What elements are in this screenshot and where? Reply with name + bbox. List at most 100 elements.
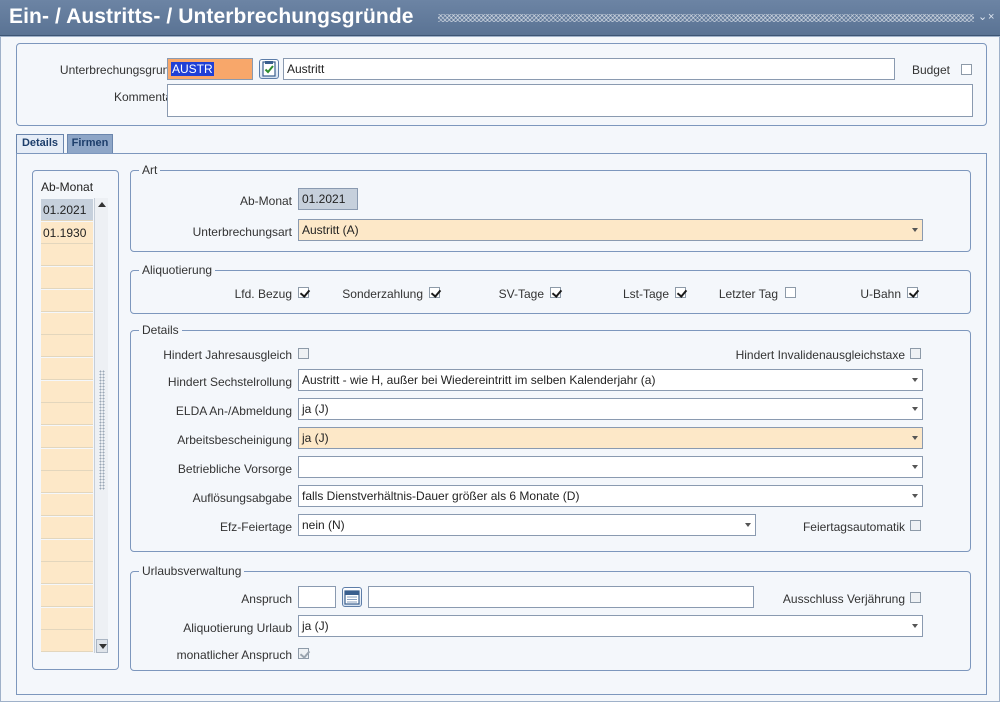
list-item[interactable] <box>41 289 93 312</box>
termination-fee-select-value: falls Dienstverhältnis-Dauer größer als … <box>302 489 580 503</box>
aliquot-sv-label: SV-Tage <box>498 287 544 301</box>
aliquot-sv-checkbox[interactable] <box>550 287 561 298</box>
month-list-header: Ab-Monat <box>41 180 94 194</box>
list-item[interactable] <box>41 562 93 585</box>
hinders-invalid-checkbox[interactable] <box>910 348 921 359</box>
list-item[interactable] <box>41 244 93 267</box>
tab-firmen[interactable]: Firmen <box>67 134 113 153</box>
comment-input[interactable] <box>167 84 973 117</box>
chevron-down-icon <box>912 436 918 440</box>
type-select[interactable]: Austritt (A) <box>298 219 923 241</box>
exclusion-label: Ausschluss Verjährung <box>782 592 905 606</box>
list-item[interactable] <box>41 335 93 358</box>
from-month-field[interactable]: 01.2021 <box>298 188 358 210</box>
aliquot-last-day-label: Letzter Tag <box>718 287 778 301</box>
type-label: Unterbrechungsart <box>192 225 292 239</box>
aliquot-vacation-select-value: ja (J) <box>302 619 329 633</box>
exclusion-checkbox[interactable] <box>910 592 921 603</box>
title-bar-grip <box>438 14 974 22</box>
list-item[interactable] <box>41 267 93 290</box>
from-month-label: Ab-Monat <box>239 194 292 208</box>
holiday-auto-label: Feiertagsautomatik <box>802 520 905 534</box>
claim-label: Anspruch <box>241 592 292 606</box>
scroll-up-icon[interactable] <box>98 202 106 207</box>
tab-details[interactable]: Details <box>16 134 64 153</box>
scroll-down-icon <box>99 644 107 649</box>
aliquot-vacation-select[interactable]: ja (J) <box>298 615 923 637</box>
list-item[interactable] <box>41 380 93 403</box>
close-icon[interactable]: × <box>988 10 994 24</box>
sechstel-select[interactable]: Austritt - wie H, außer bei Wiedereintri… <box>298 369 923 391</box>
list-item[interactable] <box>41 312 93 335</box>
termination-fee-select[interactable]: falls Dienstverhältnis-Dauer größer als … <box>298 485 923 507</box>
month-list-scrollbar[interactable] <box>94 198 108 653</box>
header-panel: Unterbrechungsgrund AUSTR Austritt Budge… <box>16 43 987 126</box>
list-item[interactable] <box>41 607 93 630</box>
aliquot-ubahn-label: U-Bahn <box>860 287 901 301</box>
pension-label: Betriebliche Vorsorge <box>177 462 292 476</box>
minimize-icon[interactable]: ⌄ <box>978 10 987 24</box>
holiday-auto-checkbox[interactable] <box>910 520 921 531</box>
details-legend: Details <box>139 323 182 337</box>
list-item[interactable]: 01.2021 <box>41 199 93 221</box>
list-item[interactable] <box>41 584 93 607</box>
scroll-down-button[interactable] <box>96 639 108 653</box>
list-item[interactable] <box>41 448 93 471</box>
elda-select[interactable]: ja (J) <box>298 398 923 420</box>
window-title: Ein- / Austritts- / Unterbrechungsgründe <box>9 5 414 28</box>
reason-text-input[interactable]: Austritt <box>283 58 895 80</box>
list-item[interactable] <box>41 357 93 380</box>
vacation-legend: Urlaubsverwaltung <box>139 564 245 578</box>
art-group: Art Ab-Monat 01.2021 Unterbrechungsart A… <box>130 163 971 252</box>
calendar-button[interactable] <box>342 587 362 607</box>
details-group: Details Hindert Jahresausgleich Hindert … <box>130 323 971 552</box>
aliquot-lst-checkbox[interactable] <box>675 287 686 298</box>
type-select-value: Austritt (A) <box>302 223 359 237</box>
claim-text-input[interactable] <box>368 586 754 608</box>
reason-code-input[interactable]: AUSTR <box>167 58 253 80</box>
list-item[interactable] <box>41 471 93 494</box>
work-cert-select[interactable]: ja (J) <box>298 427 923 449</box>
list-item[interactable] <box>41 630 93 653</box>
art-legend: Art <box>139 163 161 177</box>
aliquot-lfd-checkbox[interactable] <box>298 287 309 298</box>
budget-checkbox[interactable] <box>961 64 972 75</box>
list-item[interactable] <box>41 494 93 517</box>
reason-label: Unterbrechungsgrund <box>59 63 176 77</box>
sechstel-select-value: Austritt - wie H, außer bei Wiedereintri… <box>302 373 656 387</box>
budget-label: Budget <box>911 63 950 77</box>
aliquot-legend: Aliquotierung <box>139 263 216 277</box>
list-item[interactable] <box>41 539 93 562</box>
aliquot-ubahn-checkbox[interactable] <box>907 287 918 298</box>
efz-holidays-label: Efz-Feiertage <box>219 520 292 534</box>
hinders-annual-checkbox[interactable] <box>298 348 309 359</box>
aliquot-vacation-label: Aliquotierung Urlaub <box>183 621 292 635</box>
claim-input[interactable] <box>298 586 336 608</box>
reason-code-value: AUSTR <box>171 62 214 76</box>
list-item[interactable]: 01.1930 <box>41 221 93 244</box>
pension-select[interactable] <box>298 456 923 478</box>
chevron-down-icon <box>912 465 918 469</box>
elda-label: ELDA An-/Abmeldung <box>175 404 292 418</box>
aliquot-sonder-label: Sonderzahlung <box>342 287 423 301</box>
sechstel-label: Hindert Sechstelrollung <box>167 375 292 389</box>
chevron-down-icon <box>912 494 918 498</box>
list-item[interactable] <box>41 403 93 426</box>
tab-content: Ab-Monat 01.2021 01.1930 Art Ab-Monat 01.… <box>16 153 987 695</box>
lookup-button[interactable] <box>259 59 279 79</box>
chevron-down-icon <box>912 407 918 411</box>
main-panel: Unterbrechungsgrund AUSTR Austritt Budge… <box>0 36 1000 702</box>
efz-holidays-select[interactable]: nein (N) <box>298 514 756 536</box>
work-cert-label: Arbeitsbescheinigung <box>177 433 292 447</box>
aliquot-sonder-checkbox[interactable] <box>429 287 440 298</box>
monthly-claim-checkbox[interactable] <box>298 648 309 659</box>
list-item[interactable] <box>41 516 93 539</box>
chevron-down-icon <box>745 523 751 527</box>
chevron-down-icon <box>912 228 918 232</box>
monthly-claim-label: monatlicher Anspruch <box>176 648 292 662</box>
elda-select-value: ja (J) <box>302 402 329 416</box>
scrollbar-grip[interactable] <box>99 370 105 490</box>
aliquot-last-day-checkbox[interactable] <box>785 287 796 298</box>
list-item[interactable] <box>41 426 93 448</box>
month-list-panel: Ab-Monat 01.2021 01.1930 <box>32 170 119 670</box>
